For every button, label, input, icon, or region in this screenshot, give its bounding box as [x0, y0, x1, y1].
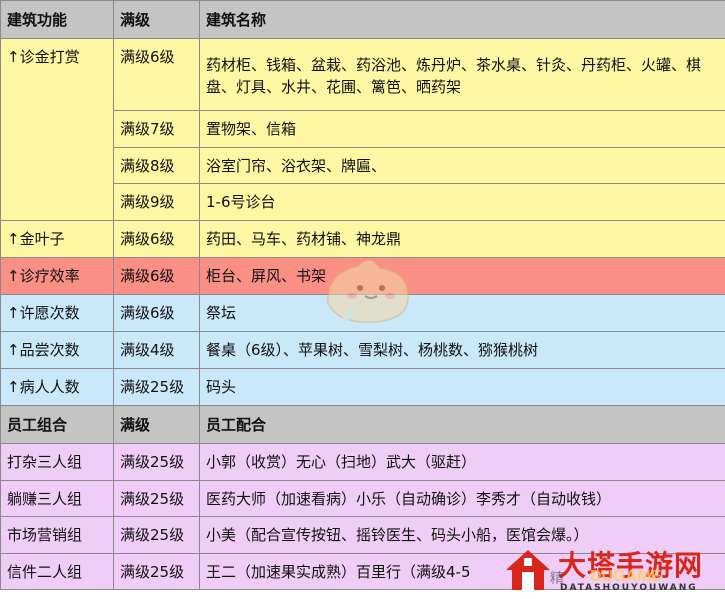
- table-row: 信件二人组 满级25级 王二（加速果实成熟）百里行（满级4-5: [0, 553, 725, 590]
- buildings-cell: 药田、马车、药材铺、神龙鼎: [199, 220, 725, 258]
- function-cell: ↑诊疗效率: [0, 257, 114, 295]
- table-row: 打杂三人组 满级25级 小郭（收赏）无心（扫地）武大（驱赶）: [0, 443, 725, 481]
- level-cell: 满级25级: [113, 480, 200, 517]
- level-cell: 满级6级: [113, 38, 200, 111]
- level-cell: 满级6级: [113, 294, 200, 332]
- level-cell: 满级25级: [113, 443, 200, 481]
- staff-group-cell: 信件二人组: [0, 553, 114, 590]
- table-row: ↑病人人数 满级25级 码头: [0, 368, 725, 406]
- table-row: ↑金叶子 满级6级 药田、马车、药材铺、神龙鼎: [0, 220, 725, 258]
- header-row: 建筑功能 满级 建筑名称: [0, 0, 725, 39]
- function-cell: ↑品尝次数: [0, 331, 114, 369]
- level-cell: 满级25级: [113, 368, 200, 406]
- header-building-name: 建筑名称: [199, 0, 725, 39]
- level-cell: 满级6级: [113, 220, 200, 258]
- staff-group-cell: 市场营销组: [0, 516, 114, 554]
- table-row: 躺赚三人组 满级25级 医药大师（加速看病）小乐（自动确诊）李秀才（自动收钱）: [0, 480, 725, 517]
- level-cell: 满级8级: [113, 147, 200, 184]
- buildings-cell: 1-6号诊台: [199, 183, 725, 221]
- function-cell: ↑许愿次数: [0, 294, 114, 332]
- level-cell: 满级7级: [113, 110, 200, 148]
- level-cell: 满级25级: [113, 553, 200, 590]
- buildings-cell: 柜台、屏风、书架: [199, 257, 725, 295]
- combo-cell: 王二（加速果实成熟）百里行（满级4-5: [199, 553, 725, 590]
- buildings-cell: 祭坛: [199, 294, 725, 332]
- combo-cell: 小郭（收赏）无心（扫地）武大（驱赶）: [199, 443, 725, 481]
- function-cell: ↑病人人数: [0, 368, 114, 406]
- level-cell: 满级9级: [113, 183, 200, 221]
- function-cell: ↑诊金打赏: [0, 38, 114, 221]
- buildings-cell: 浴室门帘、浴衣架、牌匾、: [199, 147, 725, 184]
- function-cell: ↑金叶子: [0, 220, 114, 258]
- buildings-cell: 餐桌（6级）、苹果树、雪梨树、杨桃数、猕猴桃树: [199, 331, 725, 369]
- header-function: 建筑功能: [0, 0, 114, 39]
- building-table: 建筑功能 满级 建筑名称 ↑诊金打赏 满级6级 药材柜、钱箱、盆栽、药浴池、炼丹…: [0, 0, 725, 590]
- header-staff-combo: 员工配合: [199, 405, 725, 444]
- table-row: ↑品尝次数 满级4级 餐桌（6级）、苹果树、雪梨树、杨桃数、猕猴桃树: [0, 331, 725, 369]
- level-cell: 满级4级: [113, 331, 200, 369]
- level-cell: 满级6级: [113, 257, 200, 295]
- combo-cell: 医药大师（加速看病）小乐（自动确诊）李秀才（自动收钱）: [199, 480, 725, 517]
- staff-group-cell: 躺赚三人组: [0, 480, 114, 517]
- level-cell: 满级25级: [113, 516, 200, 554]
- header-staff-group: 员工组合: [0, 405, 114, 444]
- table-row: ↑许愿次数 满级6级 祭坛: [0, 294, 725, 332]
- buildings-cell: 药材柜、钱箱、盆栽、药浴池、炼丹炉、茶水桌、针灸、丹药柜、火罐、棋盘、灯具、水井…: [199, 38, 725, 111]
- header-level: 满级: [113, 405, 200, 444]
- table-row: ↑诊金打赏 满级6级 药材柜、钱箱、盆栽、药浴池、炼丹炉、茶水桌、针灸、丹药柜、…: [0, 38, 725, 221]
- buildings-cell: 码头: [199, 368, 725, 406]
- screenshot: 建筑功能 满级 建筑名称 ↑诊金打赏 满级6级 药材柜、钱箱、盆栽、药浴池、炼丹…: [0, 0, 725, 599]
- header-level: 满级: [113, 0, 200, 39]
- table-row: 市场营销组 满级25级 小美（配合宣传按钮、摇铃医生、码头小船，医馆会爆。）: [0, 516, 725, 554]
- combo-cell: 小美（配合宣传按钮、摇铃医生、码头小船，医馆会爆。）: [199, 516, 725, 554]
- staff-header-row: 员工组合 满级 员工配合: [0, 405, 725, 444]
- buildings-cell: 置物架、信箱: [199, 110, 725, 148]
- staff-group-cell: 打杂三人组: [0, 443, 114, 481]
- table-row: ↑诊疗效率 满级6级 柜台、屏风、书架: [0, 257, 725, 295]
